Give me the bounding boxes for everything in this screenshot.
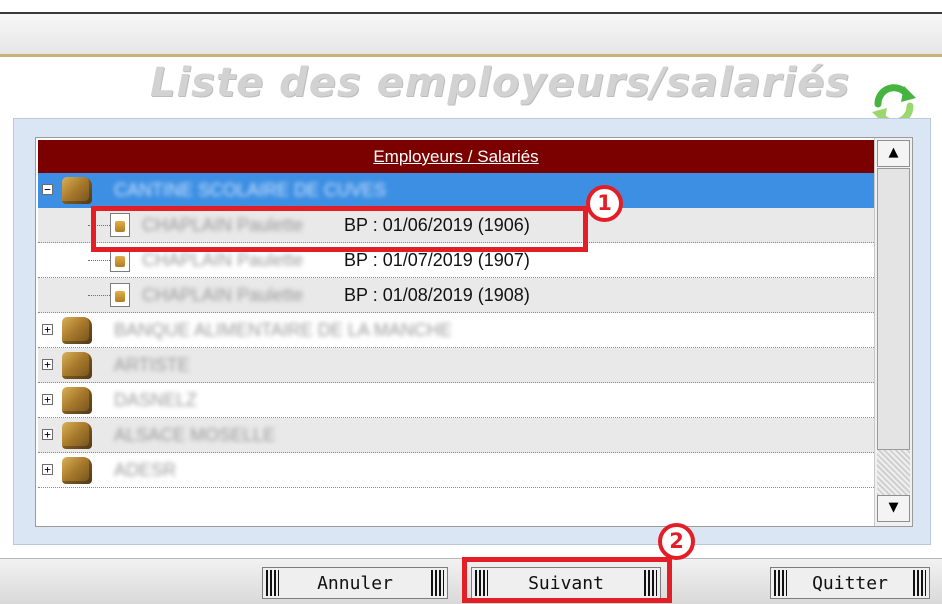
employer-name: DASNELZ [114, 390, 198, 410]
expand-toggle[interactable]: + [42, 429, 53, 440]
employer-name: ALSACE MOSELLE [114, 425, 276, 445]
tree-connector [88, 260, 110, 261]
annotation-highlight-1 [91, 206, 588, 252]
expand-toggle[interactable]: + [42, 464, 53, 475]
employer-row[interactable]: + ALSACE MOSELLE [38, 418, 874, 453]
button-grip-icon [774, 570, 787, 596]
button-grip-icon [266, 570, 279, 596]
payslip-label: BP : 01/07/2019 (1907) [344, 250, 530, 270]
employer-name: BANQUE ALIMENTAIRE DE LA MANCHE [114, 320, 452, 340]
folder-box-icon [62, 317, 92, 344]
expand-toggle[interactable]: + [42, 394, 53, 405]
annotation-badge-1: 1 [586, 185, 623, 222]
page-title: Liste des employeurs/salariés [149, 60, 850, 106]
scroll-up-button[interactable]: ▲ [877, 140, 910, 167]
quit-button[interactable]: Quitter [770, 567, 930, 599]
employer-name: ADESR [114, 460, 177, 480]
button-grip-icon [913, 570, 926, 596]
expand-toggle[interactable]: + [42, 359, 53, 370]
employer-row[interactable]: + BANQUE ALIMENTAIRE DE LA MANCHE [38, 313, 874, 348]
folder-box-icon [62, 177, 92, 204]
employer-name: ARTISTE [114, 355, 190, 375]
cancel-button-label: Annuler [317, 572, 393, 594]
vertical-scrollbar[interactable]: ▲ ▼ [874, 138, 912, 526]
list-header[interactable]: Employeurs / Salariés [38, 140, 874, 173]
annotation-highlight-2 [462, 557, 672, 603]
quit-button-label: Quitter [812, 572, 888, 594]
employee-name: CHAPLAIN Paulette [142, 250, 304, 270]
employer-row[interactable]: + DASNELZ [38, 383, 874, 418]
employer-row[interactable]: + ADESR [38, 453, 874, 488]
folder-box-icon [62, 352, 92, 379]
button-grip-icon [431, 570, 444, 596]
expand-toggle[interactable]: + [42, 324, 53, 335]
scroll-track[interactable] [877, 450, 910, 495]
annotation-badge-2: 2 [658, 523, 695, 560]
employee-row[interactable]: CHAPLAIN Paulette BP : 01/08/2019 (1908) [38, 278, 874, 313]
employer-tree-list[interactable]: Employeurs / Salariés − CANTINE SCOLAIRE… [35, 137, 913, 527]
tree-list-area: Employeurs / Salariés − CANTINE SCOLAIRE… [36, 138, 874, 526]
cancel-button[interactable]: Annuler [262, 567, 448, 599]
payslip-document-icon [110, 283, 130, 307]
tree-connector [88, 295, 110, 296]
collapse-toggle[interactable]: − [42, 184, 53, 195]
employer-row[interactable]: + ARTISTE [38, 348, 874, 383]
folder-box-icon [62, 387, 92, 414]
list-header-label: Employeurs / Salariés [373, 147, 539, 166]
top-toolbar [0, 14, 942, 57]
payslip-label: BP : 01/08/2019 (1908) [344, 285, 530, 305]
scroll-thumb[interactable] [877, 168, 910, 450]
folder-box-icon [62, 457, 92, 484]
employee-name: CHAPLAIN Paulette [142, 285, 304, 305]
scroll-down-button[interactable]: ▼ [877, 495, 910, 522]
employer-row[interactable]: − CANTINE SCOLAIRE DE CUVES [38, 173, 874, 208]
employer-name: CANTINE SCOLAIRE DE CUVES [114, 180, 387, 200]
folder-box-icon [62, 422, 92, 449]
